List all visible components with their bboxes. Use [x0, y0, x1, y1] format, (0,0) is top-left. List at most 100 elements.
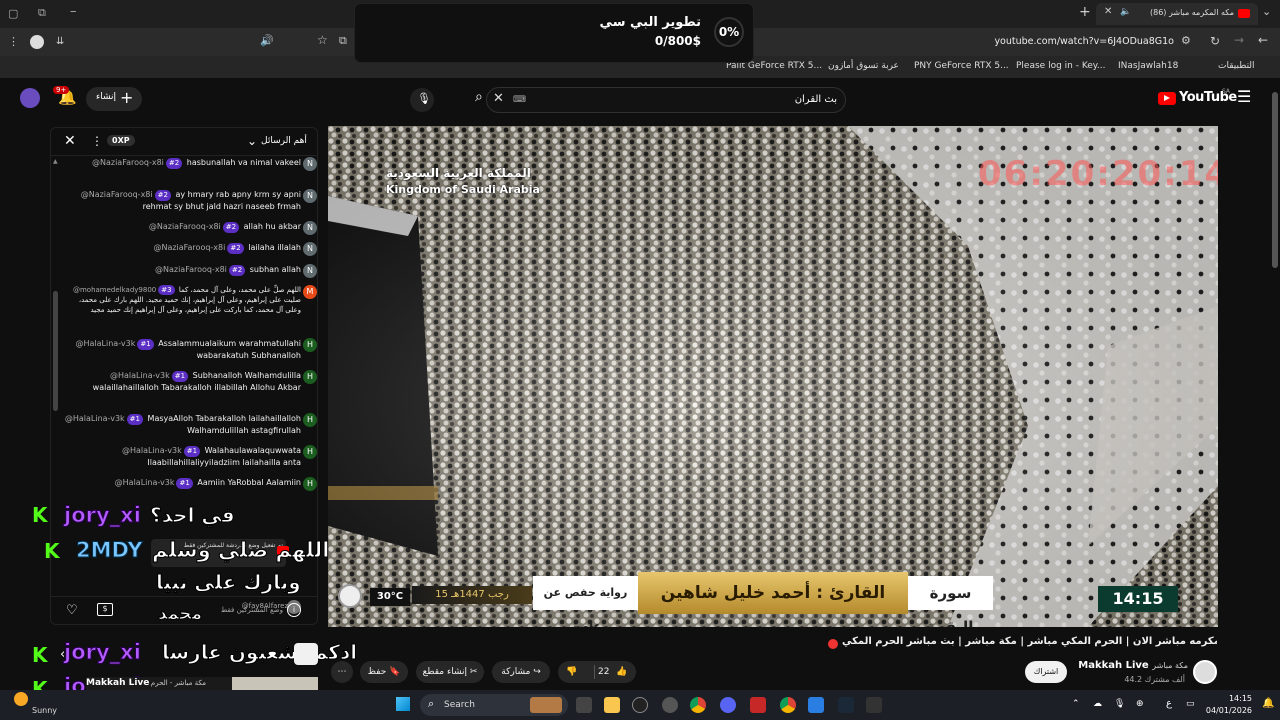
bookmark-apps[interactable]: التطبيقات [1218, 61, 1255, 71]
scroll-up-icon[interactable]: ▲ [53, 158, 59, 165]
downloads-icon[interactable]: ⇊ [56, 36, 64, 47]
avatar[interactable]: N [303, 221, 317, 235]
new-tab-icon[interactable]: + [1079, 4, 1091, 20]
create-button[interactable]: إنشاء + [86, 87, 142, 111]
bookmark-inasjawlah[interactable]: INasJawlah18 [1118, 61, 1178, 71]
search-box[interactable]: ⌕ ✕ ⌨ بث القران [475, 87, 846, 113]
channel-avatar[interactable] [1193, 660, 1217, 684]
chat-author[interactable]: @HalaLina-v3k [76, 339, 136, 348]
tray-chevron-icon[interactable]: ⌃ [1072, 699, 1080, 709]
clip-button[interactable]: إنشاء مقطع ✂ [416, 661, 484, 683]
chat-author[interactable]: @HalaLina-v3k [110, 371, 170, 380]
chat-author[interactable]: @NaziaFarooq-x8i [92, 158, 164, 167]
avatar[interactable]: N [303, 242, 317, 256]
display-icon[interactable]: ▭ [1186, 699, 1195, 709]
minimize-icon[interactable]: – [70, 4, 77, 19]
subscribe-button[interactable]: اشتراك [1025, 661, 1067, 683]
avatar[interactable]: H [303, 370, 317, 384]
weather-sun-icon[interactable] [14, 692, 28, 706]
back-icon[interactable]: ← [1258, 33, 1268, 47]
keyboard-icon[interactable]: ⌨ [513, 95, 526, 105]
bookmark-palit[interactable]: Palit GeForce RTX 5... [726, 61, 822, 71]
bookmark-amazon[interactable]: عربة تسوق أمازون [828, 61, 899, 71]
chat-author[interactable]: @NaziaFarooq-x8i [155, 265, 227, 274]
settings-icon[interactable] [662, 697, 678, 713]
tab-mute-icon[interactable]: 🔈 [1120, 7, 1131, 17]
tab-search-icon[interactable]: ⌄ [1262, 5, 1271, 18]
chat-author[interactable]: @NaziaFarooq-x8i [149, 222, 221, 231]
chevron-left-icon[interactable]: ‹ [60, 647, 65, 662]
restore-icon[interactable]: ⧉ [38, 6, 46, 20]
info-icon[interactable]: i [287, 603, 301, 617]
close-chat-icon[interactable]: ✕ [64, 133, 76, 149]
microphone-tray-icon[interactable]: 🎙 [1114, 699, 1125, 709]
bookmark-keyauth[interactable]: Please log in - Key... [1016, 61, 1105, 71]
avatar[interactable]: N [303, 189, 317, 203]
app-red-icon[interactable] [750, 697, 766, 713]
chat-author[interactable]: @NaziaFarooq-x8i [81, 190, 153, 199]
avatar[interactable]: H [303, 445, 317, 459]
xp-badge[interactable]: 0XP [107, 135, 135, 146]
avatar[interactable]: H [303, 338, 317, 352]
profile-icon[interactable] [30, 35, 44, 49]
voice-search-button[interactable]: 🎙 [410, 88, 434, 112]
file-explorer-icon[interactable] [604, 697, 620, 713]
task-view-icon[interactable] [576, 697, 592, 713]
share-button[interactable]: مشاركة ↪ [492, 661, 550, 683]
discord-icon[interactable] [720, 697, 736, 713]
volume-icon[interactable]: 🔊 [260, 34, 274, 47]
chrome-icon[interactable] [690, 697, 706, 713]
install-app-icon[interactable]: ⧉ [339, 34, 347, 48]
network-icon[interactable]: ⊕ [1136, 699, 1144, 709]
page-scrollbar[interactable] [1272, 92, 1278, 268]
chrome-profile-icon[interactable] [780, 697, 796, 713]
chat-mode-chevron-icon[interactable]: ⌄ [247, 134, 257, 148]
tab-close-icon[interactable]: ✕ [1104, 6, 1112, 17]
steam-icon[interactable] [838, 697, 854, 713]
avatar[interactable]: N [303, 157, 317, 171]
taskbar-search[interactable]: ⌕ Search [420, 694, 568, 716]
avatar[interactable]: M [303, 285, 317, 299]
windows-start-icon[interactable] [396, 697, 410, 711]
app-blue-icon[interactable] [808, 697, 824, 713]
site-settings-icon[interactable]: ⚙ [1181, 34, 1191, 47]
chat-author[interactable]: @HalaLina-v3k [65, 414, 125, 423]
super-chat-icon[interactable]: $ [97, 603, 113, 616]
mini-player-close[interactable] [294, 643, 318, 665]
like-icon[interactable]: 👍 [616, 661, 627, 683]
notifications-center-icon[interactable]: 🔔 [1262, 698, 1274, 709]
guide-menu-icon[interactable]: ☰ [1237, 87, 1251, 106]
search-icon[interactable]: ⌕ [475, 89, 483, 105]
avatar[interactable]: N [303, 264, 317, 278]
reload-icon[interactable]: ↻ [1210, 34, 1220, 48]
chat-author[interactable]: @mohamedelkady9800 [73, 286, 156, 294]
avatar[interactable]: H [303, 477, 317, 491]
search-input[interactable]: بث القران [607, 94, 837, 105]
epic-games-icon[interactable] [866, 697, 882, 713]
chat-author[interactable]: @NaziaFarooq-x8i [153, 243, 225, 252]
forward-icon[interactable]: → [1234, 33, 1244, 47]
window-menu-icon[interactable]: ▢ [8, 7, 18, 20]
channel-name[interactable]: Makkah Live مكة مباشر [1070, 660, 1188, 671]
github-icon[interactable] [632, 697, 648, 713]
bookmark-pny[interactable]: PNY GeForce RTX 5... [914, 61, 1009, 71]
more-actions-button[interactable]: ⋯ [331, 661, 353, 683]
chat-scrollbar[interactable] [53, 291, 58, 411]
chat-author[interactable]: @HalaLina-v3k [115, 478, 175, 487]
mini-player-strip[interactable]: Makkah Live مكة مباشر - الحرم [86, 677, 318, 691]
chat-mode-label[interactable]: أهم الرسائل [261, 136, 307, 146]
menu-dots-icon[interactable]: ⋮ [8, 35, 19, 48]
url-text[interactable]: youtube.com/watch?v=6J4ODua8G1o [940, 36, 1174, 47]
chat-menu-icon[interactable]: ⋮ [91, 134, 103, 148]
avatar[interactable]: H [303, 413, 317, 427]
heart-reaction-icon[interactable]: ♡ [66, 603, 78, 618]
chat-author[interactable]: @HalaLina-v3k [122, 446, 182, 455]
input-language[interactable]: ع [1166, 698, 1172, 709]
clear-search-icon[interactable]: ✕ [493, 91, 504, 106]
video-player[interactable]: المملكة العربية السعودية Kingdom of Saud… [328, 126, 1218, 627]
account-avatar[interactable] [20, 88, 40, 108]
dislike-icon[interactable]: 👎 [566, 661, 577, 683]
bookmark-star-icon[interactable]: ☆ [317, 33, 328, 47]
tray-app-icon[interactable]: ☁ [1093, 699, 1102, 709]
active-tab[interactable]: ✕ 🔈 (86) مكه المكرمه مباشر [1096, 3, 1258, 25]
